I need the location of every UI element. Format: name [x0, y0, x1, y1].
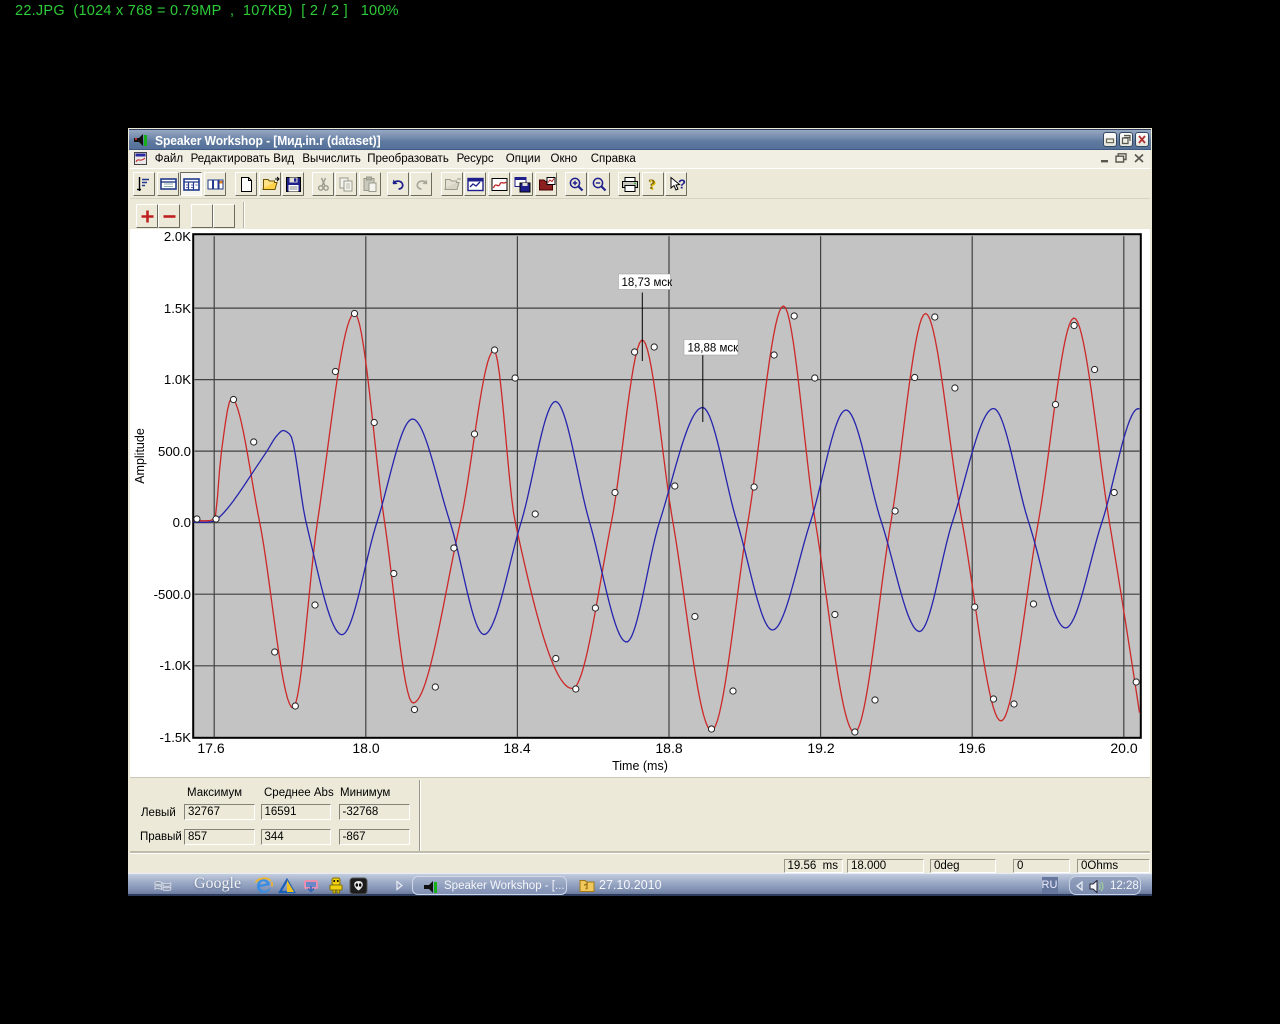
- svg-text:-1.0K: -1.0K: [159, 658, 191, 673]
- svg-text:18,73 мск: 18,73 мск: [622, 277, 674, 289]
- svg-text:19.6: 19.6: [958, 740, 985, 756]
- svg-text:500.0: 500.0: [158, 444, 191, 459]
- svg-text:18.8: 18.8: [655, 740, 682, 756]
- svg-text:?: ?: [648, 177, 656, 193]
- svg-text:Time (ms): Time (ms): [612, 759, 668, 773]
- svg-text:Amplitude: Amplitude: [133, 428, 147, 484]
- svg-text:1.5K: 1.5K: [164, 301, 191, 316]
- svg-text:18,88 мск: 18,88 мск: [688, 343, 740, 355]
- svg-text:17.6: 17.6: [197, 740, 224, 756]
- svg-text:18.4: 18.4: [503, 740, 530, 756]
- svg-text:-1.5K: -1.5K: [159, 730, 191, 745]
- svg-text:19.2: 19.2: [807, 740, 834, 756]
- svg-text:0.0: 0.0: [173, 515, 191, 530]
- svg-text:-500.0: -500.0: [154, 587, 191, 602]
- svg-text:20.0: 20.0: [1110, 740, 1137, 756]
- svg-text:1.0K: 1.0K: [164, 372, 191, 387]
- svg-text:2.0K: 2.0K: [164, 229, 191, 244]
- svg-text:18.0: 18.0: [352, 740, 379, 756]
- svg-text:?: ?: [678, 177, 686, 192]
